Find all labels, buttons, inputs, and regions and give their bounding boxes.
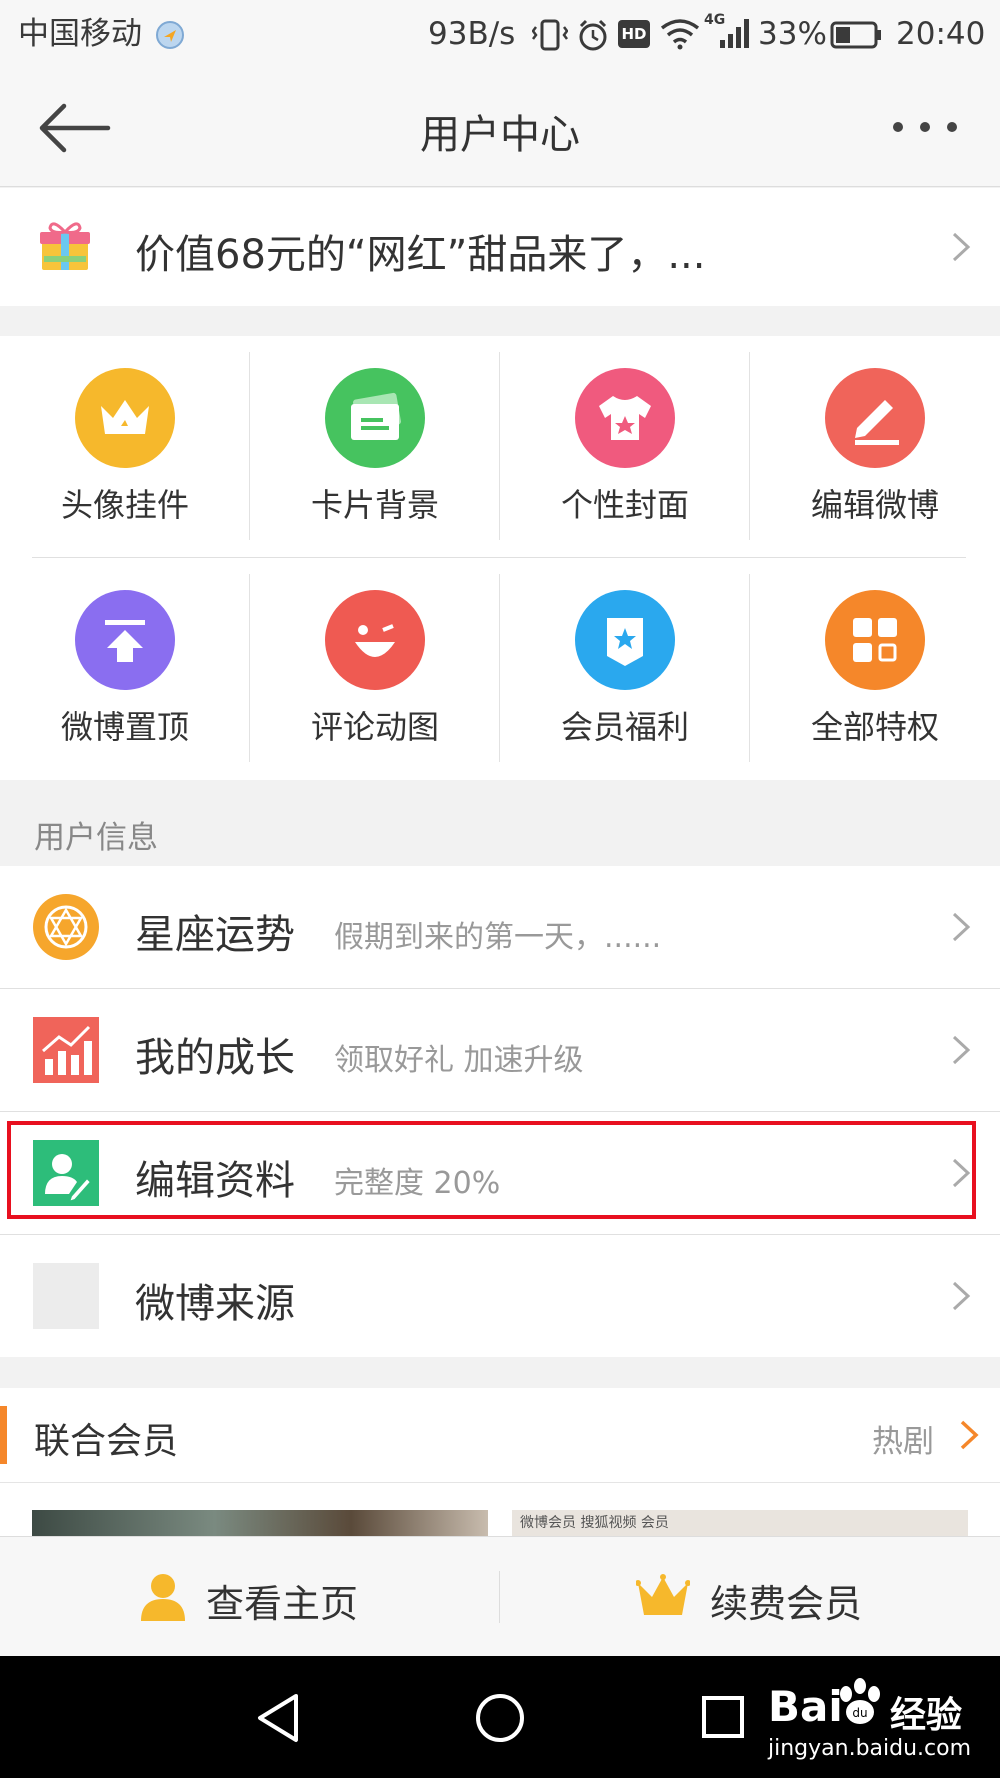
svg-text:du: du xyxy=(852,1706,867,1720)
highlight-box xyxy=(7,1121,976,1219)
grid-item-personal-cover[interactable]: 个性封面 xyxy=(500,336,750,556)
placeholder-icon xyxy=(33,1263,99,1329)
joint-membership-thumbs: 微博会员 搜狐视频 会员 xyxy=(0,1482,1000,1536)
joint-membership-header[interactable]: 联合会员 热剧 xyxy=(0,1388,1000,1482)
crown-icon xyxy=(75,368,175,468)
view-home-label: 查看主页 xyxy=(206,1582,359,1626)
network-speed: 93B/s xyxy=(428,16,516,52)
shirt-icon xyxy=(575,368,675,468)
privilege-grid: 头像挂件 卡片背景 个性封面 编辑微博 微博置顶 评论动图 会员福利 全部特权 xyxy=(0,336,1000,780)
person-icon xyxy=(141,1574,185,1621)
system-nav-bar: Bai du 经验 jingyan.baidu.com xyxy=(0,1656,1000,1778)
crown-icon xyxy=(636,1574,690,1615)
chevron-right-icon xyxy=(952,1035,971,1065)
row-title: 星座运势 xyxy=(135,912,295,958)
battery-percent: 33% xyxy=(758,16,827,52)
grid-label: 编辑微博 xyxy=(810,486,939,524)
row-title: 我的成长 xyxy=(135,1035,295,1081)
thumbnail-drama[interactable] xyxy=(32,1510,488,1536)
more-options-icon[interactable] xyxy=(890,120,960,134)
joint-membership-title: 联合会员 xyxy=(34,1421,179,1462)
grid-label: 卡片背景 xyxy=(310,486,439,524)
grid-item-edit-weibo[interactable]: 编辑微博 xyxy=(750,336,1000,556)
renew-membership-button[interactable]: 续费会员 xyxy=(500,1537,1000,1657)
home-circle-icon[interactable] xyxy=(474,1692,526,1744)
promo-banner[interactable]: 价值68元的“网红”甜品来了，... xyxy=(0,188,1000,306)
chevron-right-icon xyxy=(952,232,971,262)
joint-membership-tag: 热剧 xyxy=(872,1424,934,1460)
grid-item-card-background[interactable]: 卡片背景 xyxy=(250,336,500,556)
renew-label: 续费会员 xyxy=(710,1582,863,1626)
chevron-right-icon xyxy=(952,912,971,942)
grid-item-comment-gif[interactable]: 评论动图 xyxy=(250,558,500,778)
grid-item-member-benefits[interactable]: 会员福利 xyxy=(500,558,750,778)
grid-label: 微博置顶 xyxy=(60,708,189,746)
wifi-icon xyxy=(660,19,700,50)
section-accent-bar xyxy=(0,1406,7,1464)
pin-top-icon xyxy=(75,590,175,690)
row-my-growth[interactable]: 我的成长 领取好礼 加速升级 xyxy=(0,989,1000,1111)
row-constellation[interactable]: 星座运势 假期到来的第一天，...... xyxy=(0,866,1000,988)
signal-icon xyxy=(720,19,749,48)
grid-label: 会员福利 xyxy=(560,708,689,746)
grid-label: 评论动图 xyxy=(310,708,439,746)
thumbnail-caption: 微博会员 搜狐视频 会员 xyxy=(520,1515,669,1531)
grid-label: 个性封面 xyxy=(560,486,689,524)
banner-text: 价值68元的“网红”甜品来了，... xyxy=(135,232,706,278)
carrier-label: 中国移动 xyxy=(18,16,142,52)
badge-star-icon xyxy=(575,590,675,690)
bottom-action-bar: 查看主页 续费会员 xyxy=(0,1536,1000,1657)
growth-chart-icon xyxy=(33,1017,99,1083)
chevron-right-orange-icon xyxy=(960,1420,979,1450)
location-icon xyxy=(156,21,184,49)
watermark-brand-cn: 经验 xyxy=(890,1695,963,1736)
constellation-icon xyxy=(33,894,99,960)
grid-icon xyxy=(825,590,925,690)
grid-item-all-privileges[interactable]: 全部特权 xyxy=(750,558,1000,778)
watermark-url: jingyan.baidu.com xyxy=(768,1736,972,1761)
grid-label: 头像挂件 xyxy=(60,486,189,524)
row-weibo-source[interactable]: 微博来源 xyxy=(0,1235,1000,1357)
page-title: 用户中心 xyxy=(420,112,580,158)
grid-label: 全部特权 xyxy=(810,708,939,746)
chevron-right-icon xyxy=(952,1281,971,1311)
card-icon xyxy=(325,368,425,468)
paw-icon: du xyxy=(840,1678,880,1724)
row-title: 微博来源 xyxy=(135,1281,295,1327)
status-bar: 中国移动 93B/s HD 4G 33% 20:40 xyxy=(0,0,1000,70)
nav-bar: 用户中心 xyxy=(0,70,1000,187)
row-subtitle: 领取好礼 加速升级 xyxy=(334,1043,584,1078)
alarm-icon xyxy=(579,19,607,51)
clock: 20:40 xyxy=(896,16,986,52)
pencil-icon xyxy=(825,368,925,468)
smile-icon xyxy=(325,590,425,690)
grid-item-pin-top[interactable]: 微博置顶 xyxy=(0,558,250,778)
thumbnail-sohu[interactable]: 微博会员 搜狐视频 会员 xyxy=(512,1510,968,1536)
view-home-button[interactable]: 查看主页 xyxy=(0,1537,499,1657)
section-label-user-info: 用户信息 xyxy=(34,820,158,856)
grid-item-avatar-pendant[interactable]: 头像挂件 xyxy=(0,336,250,556)
row-subtitle: 假期到来的第一天，...... xyxy=(334,920,662,955)
recent-apps-icon[interactable] xyxy=(700,1694,746,1740)
vibrate-icon xyxy=(532,19,568,51)
battery-icon xyxy=(830,21,881,49)
hd-badge: HD xyxy=(618,20,650,48)
gift-icon xyxy=(40,222,90,270)
back-triangle-icon[interactable] xyxy=(254,1692,302,1744)
